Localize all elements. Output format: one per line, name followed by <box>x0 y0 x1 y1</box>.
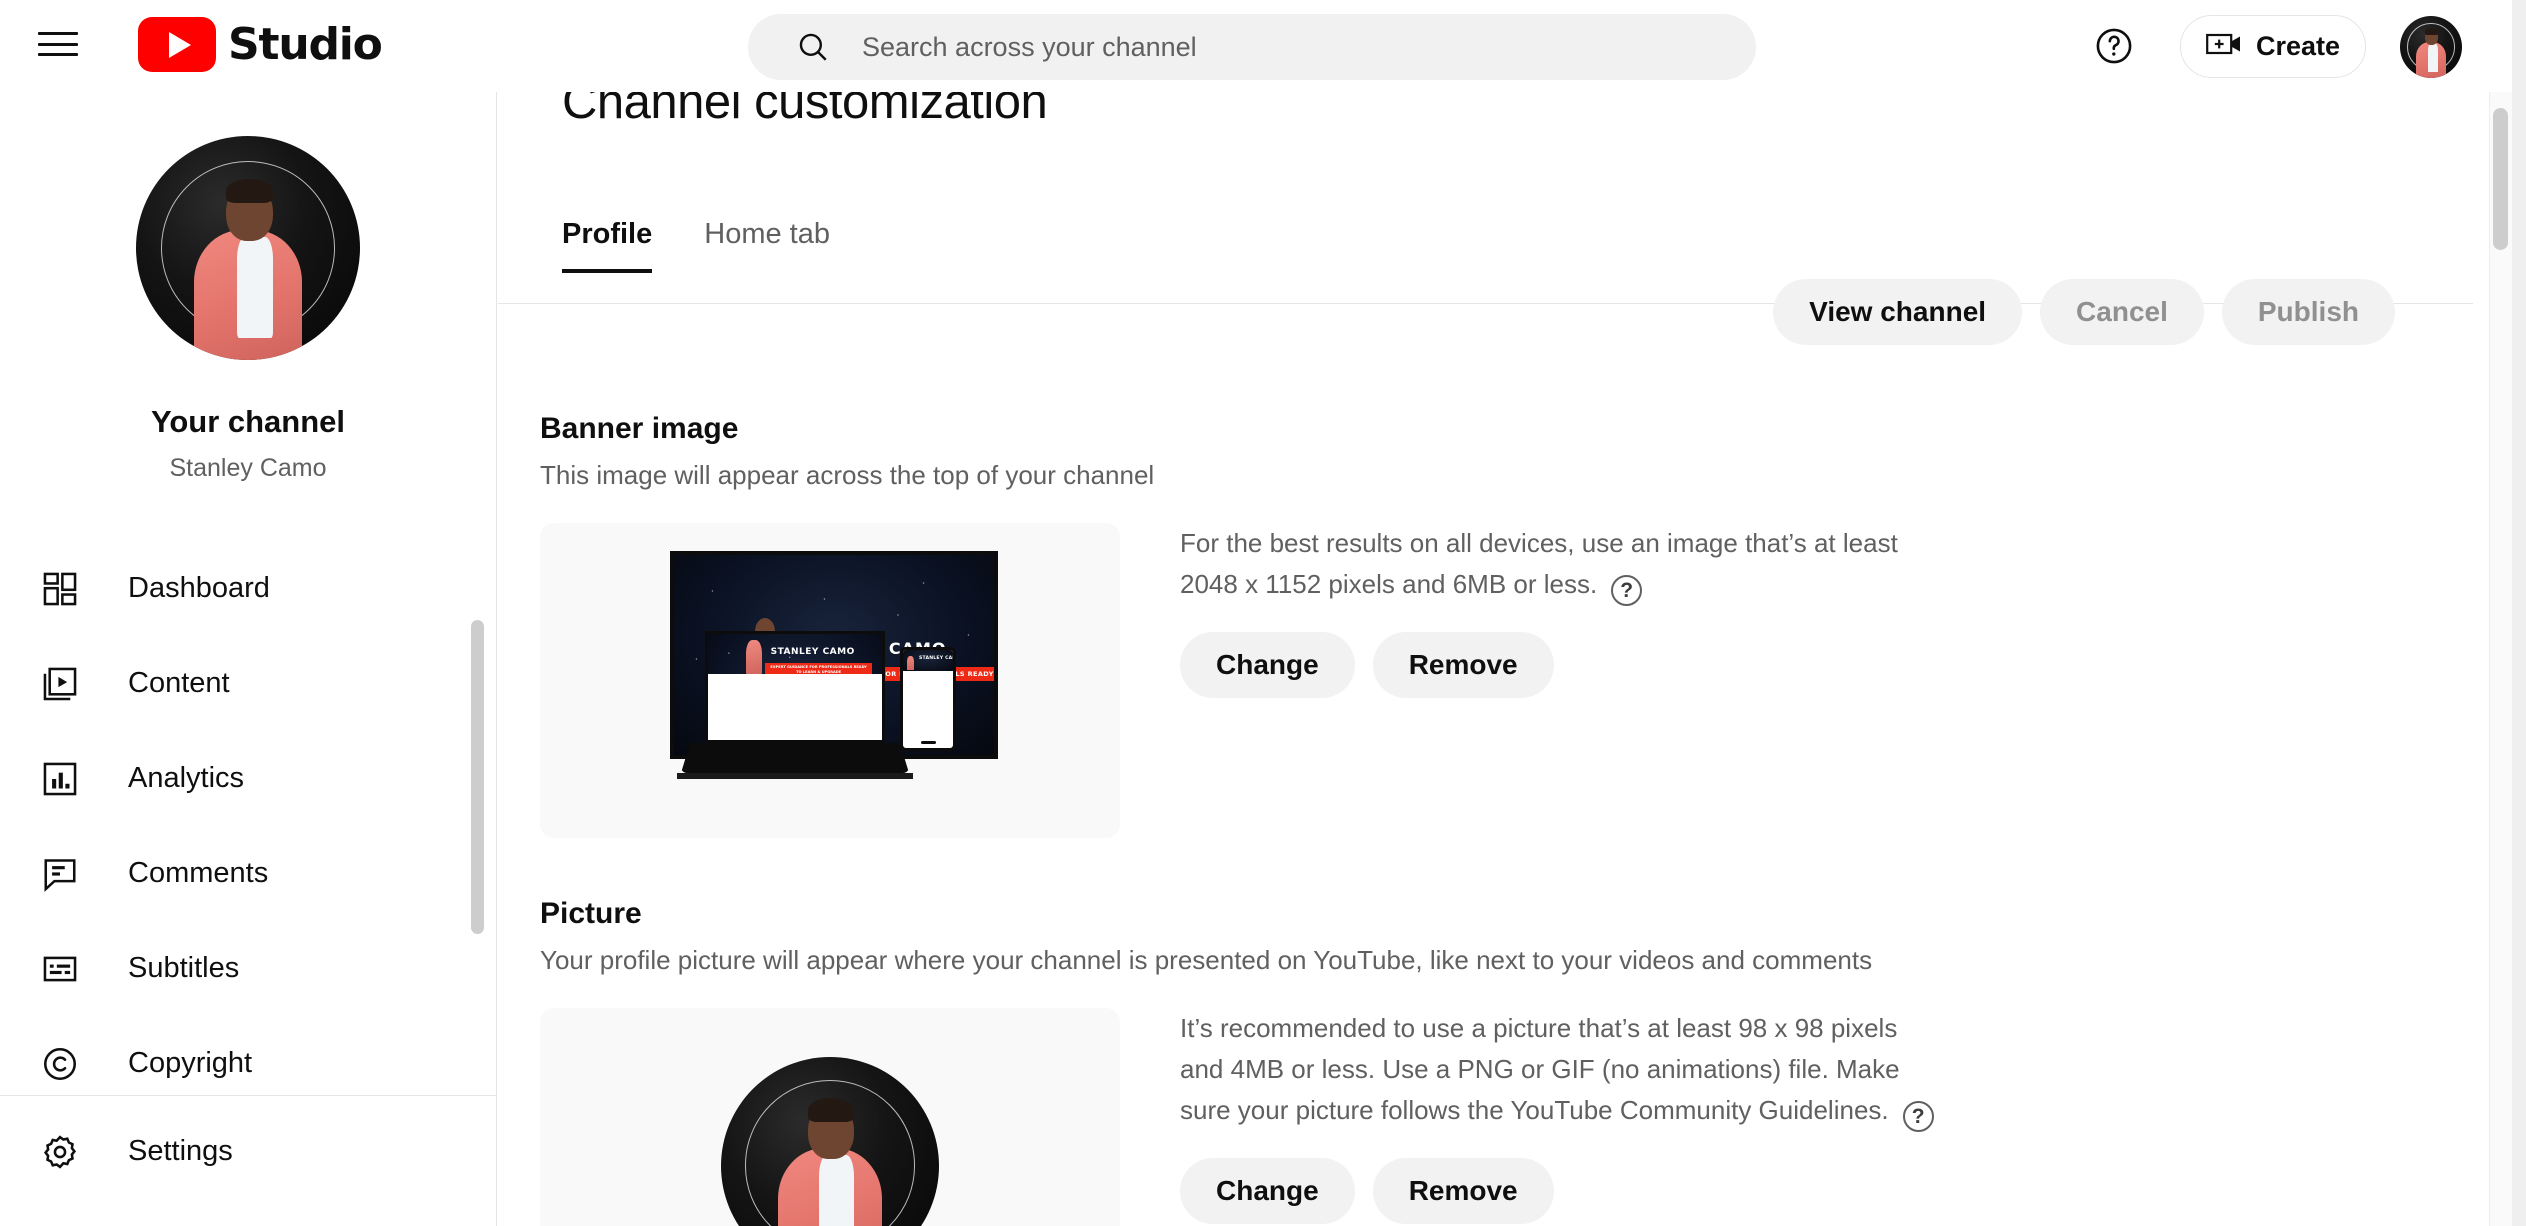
sidebar-item-subtitles[interactable]: Subtitles <box>0 921 496 1016</box>
comments-bubble-icon <box>38 852 82 896</box>
hamburger-line <box>38 53 78 56</box>
sidebar: Your channel Stanley Camo Dashboard Cont… <box>0 92 497 1226</box>
sidebar-item-dashboard[interactable]: Dashboard <box>0 541 496 636</box>
sidebar-item-label: Comments <box>128 857 269 889</box>
cancel-button[interactable]: Cancel <box>2040 279 2204 345</box>
page-title: Channel customization <box>562 92 1048 129</box>
youtube-studio-logo[interactable]: Studio <box>138 17 383 72</box>
sidebar-channel-avatar[interactable] <box>136 136 360 360</box>
tab-home-tab[interactable]: Home tab <box>704 218 830 273</box>
picture-info-column: It’s recommended to use a picture that’s… <box>1180 1008 1940 1224</box>
banner-preview[interactable]: STANLEY CAMO EXPERT GUIDANCE FOR PROFESS… <box>540 523 1120 838</box>
picture-section-description: Your profile picture will appear where y… <box>540 945 1873 975</box>
avatar-image <box>136 136 360 360</box>
picture-help-text: It’s recommended to use a picture that’s… <box>1180 1008 1940 1132</box>
create-button[interactable]: Create <box>2180 15 2366 78</box>
main-scrollbar-thumb[interactable] <box>2493 108 2508 250</box>
picture-preview-avatar <box>721 1056 939 1226</box>
sidebar-bottom-menu: Settings Send feedback <box>0 1104 496 1226</box>
picture-change-button[interactable]: Change <box>1180 1158 1355 1224</box>
banner-section-description: This image will appear across the top of… <box>540 460 1155 490</box>
search-bar[interactable] <box>748 14 1756 80</box>
create-video-icon <box>2206 31 2242 62</box>
search-icon <box>796 30 830 64</box>
sidebar-item-label: Copyright <box>128 1047 253 1079</box>
main-scrollbar-track[interactable] <box>2489 92 2512 1226</box>
banner-title-text-laptop: STANLEY CAMO <box>770 646 855 657</box>
picture-remove-button[interactable]: Remove <box>1372 1158 1554 1224</box>
account-avatar[interactable] <box>2400 16 2462 78</box>
sidebar-divider <box>0 1095 496 1096</box>
copyright-icon <box>38 1042 82 1086</box>
top-app-bar: Studio Create <box>0 0 2526 92</box>
sidebar-item-label: Subtitles <box>128 952 240 984</box>
create-button-label: Create <box>2255 31 2341 61</box>
view-channel-button[interactable]: View channel <box>1773 279 2023 345</box>
header-actions: View channel Cancel Publish <box>1773 279 2395 345</box>
banner-button-row: Change Remove <box>1180 632 1940 698</box>
sidebar-menu: Dashboard Content Analytics Comments Sub… <box>0 541 496 1111</box>
avatar-image <box>721 1056 939 1226</box>
publish-button[interactable]: Publish <box>2221 279 2395 345</box>
sidebar-item-settings[interactable]: Settings <box>0 1104 496 1199</box>
sidebar-item-label: Dashboard <box>128 572 270 604</box>
banner-remove-button[interactable]: Remove <box>1372 632 1554 698</box>
picture-button-row: Change Remove <box>1180 1158 1940 1224</box>
question-mark-icon[interactable]: ? <box>1902 1101 1934 1132</box>
sidebar-item-comments[interactable]: Comments <box>0 826 496 921</box>
banner-preview-laptop: STANLEY CAMO EXPERT GUIDANCE FOR PROFESS… <box>677 631 913 779</box>
analytics-bars-icon <box>38 757 82 801</box>
sidebar-channel-block: Your channel Stanley Camo <box>0 92 496 483</box>
banner-help-text-body: For the best results on all devices, use… <box>1180 528 1898 599</box>
banner-change-button[interactable]: Change <box>1180 632 1355 698</box>
banner-section-title: Banner image <box>540 412 739 445</box>
sidebar-item-label: Analytics <box>128 762 245 794</box>
picture-preview[interactable] <box>540 1008 1120 1226</box>
banner-tagline-text-laptop: EXPERT GUIDANCE FOR PROFESSIONALS READY <box>770 664 867 669</box>
banner-title-text-phone: STANLEY CAMO <box>919 655 953 661</box>
dashboard-icon <box>38 567 82 611</box>
search-input[interactable] <box>862 31 1682 63</box>
help-icon[interactable] <box>2090 22 2138 70</box>
picture-help-text-body: It’s recommended to use a picture that’s… <box>1180 1013 1900 1125</box>
picture-section-title: Picture <box>540 897 642 930</box>
banner-preview-phone: STANLEY CAMO <box>900 647 956 751</box>
banner-image-section: Banner image This image will appear acro… <box>540 412 2440 853</box>
sidebar-item-content[interactable]: Content <box>0 636 496 731</box>
sidebar-item-copyright[interactable]: Copyright <box>0 1016 496 1111</box>
sidebar-item-label: Content <box>128 667 230 699</box>
sidebar-item-analytics[interactable]: Analytics <box>0 731 496 826</box>
sidebar-item-send-feedback[interactable]: Send feedback <box>0 1199 496 1226</box>
main-content: Channel customization Profile Home tab V… <box>498 92 2473 1226</box>
window-right-edge <box>2512 0 2526 1226</box>
sidebar-channel-title: Your channel <box>150 404 346 439</box>
subtitles-icon <box>38 947 82 991</box>
question-mark-icon[interactable]: ? <box>1611 575 1643 606</box>
sidebar-item-label: Settings <box>128 1135 233 1167</box>
hamburger-line <box>38 42 78 46</box>
sidebar-channel-name: Stanley Camo <box>169 454 327 482</box>
hamburger-menu-icon[interactable] <box>38 28 78 60</box>
avatar-image <box>2400 16 2462 78</box>
gear-icon <box>38 1130 82 1174</box>
tab-bar: Profile Home tab <box>562 218 882 273</box>
picture-section: Picture Your profile picture will appear… <box>540 897 2440 1226</box>
banner-tagline2-text-laptop: TO LEARN & UPGRADE <box>796 669 842 674</box>
youtube-play-icon <box>138 17 216 72</box>
banner-info-column: For the best results on all devices, use… <box>1180 523 1940 698</box>
content-video-icon <box>38 662 82 706</box>
banner-help-text: For the best results on all devices, use… <box>1180 523 1940 606</box>
studio-wordmark: Studio <box>228 19 383 70</box>
sidebar-scrollbar-thumb[interactable] <box>471 620 484 934</box>
hamburger-line <box>38 32 78 35</box>
tab-profile[interactable]: Profile <box>562 218 653 273</box>
